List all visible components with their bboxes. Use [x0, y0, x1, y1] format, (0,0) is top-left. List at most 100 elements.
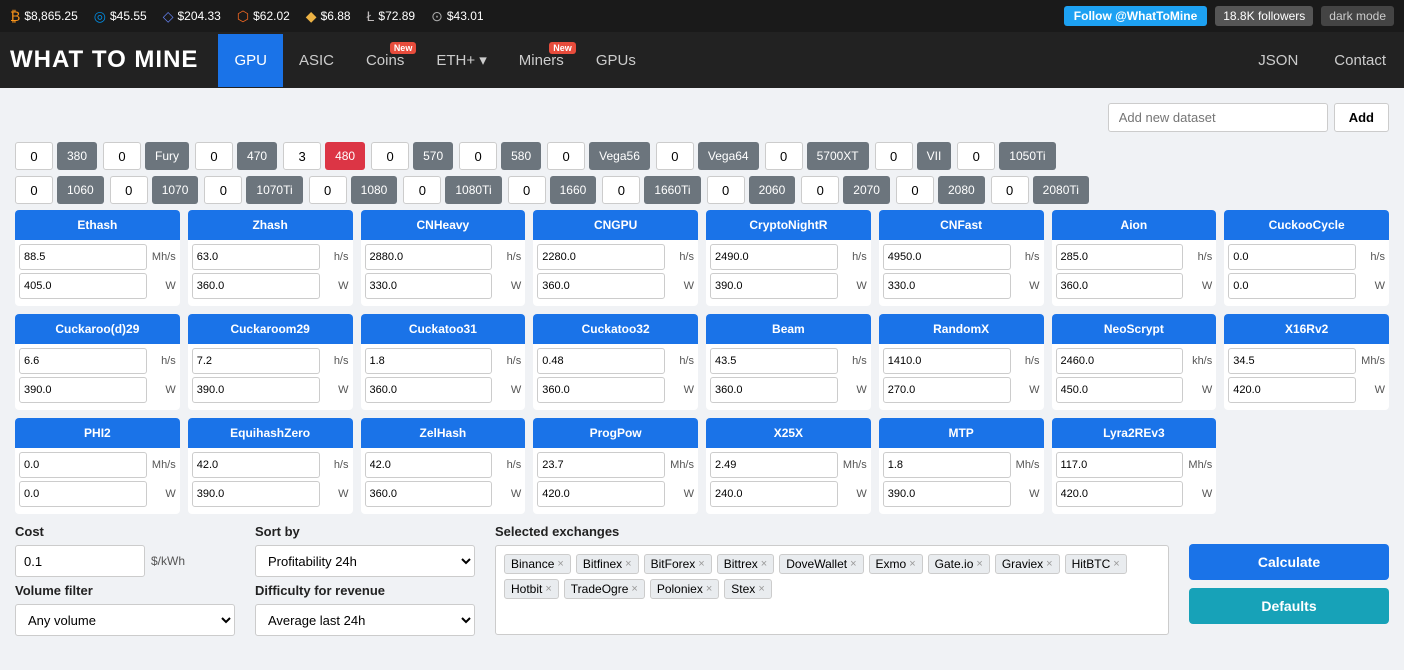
algo-name-button[interactable]: CryptoNightR	[706, 210, 871, 240]
nav-item-gpus[interactable]: GPUs	[580, 34, 652, 87]
dark-mode-button[interactable]: dark mode	[1321, 6, 1394, 26]
hashrate-input[interactable]	[883, 348, 1011, 374]
gpu-count-input[interactable]	[283, 142, 321, 170]
exchange-remove[interactable]: ×	[557, 558, 563, 570]
power-input[interactable]	[1228, 377, 1356, 403]
exchange-remove[interactable]: ×	[976, 558, 982, 570]
gpu-count-input[interactable]	[765, 142, 803, 170]
power-input[interactable]	[710, 273, 838, 299]
gpu-count-input[interactable]	[896, 176, 934, 204]
power-input[interactable]	[537, 377, 665, 403]
difficulty-select[interactable]: Average last 24h Current	[255, 604, 475, 636]
hashrate-input[interactable]	[365, 244, 493, 270]
gpu-label-button[interactable]: 2080Ti	[1033, 176, 1089, 204]
power-input[interactable]	[19, 377, 147, 403]
gpu-count-input[interactable]	[801, 176, 839, 204]
gpu-label-button[interactable]: 1070	[152, 176, 199, 204]
gpu-count-input[interactable]	[15, 176, 53, 204]
dataset-input[interactable]	[1108, 103, 1328, 132]
power-input[interactable]	[192, 481, 320, 507]
follow-button[interactable]: Follow @WhatToMine	[1064, 6, 1207, 26]
hashrate-input[interactable]	[537, 244, 665, 270]
gpu-count-input[interactable]	[656, 142, 694, 170]
gpu-label-button[interactable]: 580	[501, 142, 541, 170]
gpu-count-input[interactable]	[371, 142, 409, 170]
gpu-label-button[interactable]: Vega56	[589, 142, 650, 170]
gpu-count-input[interactable]	[707, 176, 745, 204]
gpu-label-button[interactable]: 2080	[938, 176, 985, 204]
exchange-remove[interactable]: ×	[1113, 558, 1119, 570]
hashrate-input[interactable]	[19, 348, 147, 374]
gpu-label-button[interactable]: 1660	[550, 176, 597, 204]
nav-json[interactable]: JSON	[1250, 34, 1306, 87]
power-input[interactable]	[883, 481, 1011, 507]
gpu-count-input[interactable]	[957, 142, 995, 170]
exchange-remove[interactable]: ×	[706, 583, 712, 595]
algo-name-button[interactable]: Zhash	[188, 210, 353, 240]
nav-item-asic[interactable]: ASIC	[283, 34, 350, 87]
algo-name-button[interactable]: PHI2	[15, 418, 180, 448]
gpu-count-input[interactable]	[547, 142, 585, 170]
hashrate-input[interactable]	[19, 452, 147, 478]
algo-name-button[interactable]: Beam	[706, 314, 871, 344]
algo-name-button[interactable]: CNGPU	[533, 210, 698, 240]
nav-item-gpu[interactable]: GPU	[218, 34, 283, 87]
gpu-label-button[interactable]: VII	[917, 142, 952, 170]
gpu-label-button[interactable]: 380	[57, 142, 97, 170]
gpu-label-button[interactable]: Vega64	[698, 142, 759, 170]
algo-name-button[interactable]: Ethash	[15, 210, 180, 240]
hashrate-input[interactable]	[192, 452, 320, 478]
hashrate-input[interactable]	[537, 348, 665, 374]
gpu-count-input[interactable]	[309, 176, 347, 204]
hashrate-input[interactable]	[192, 244, 320, 270]
cost-input[interactable]	[15, 545, 145, 577]
exchange-remove[interactable]: ×	[909, 558, 915, 570]
algo-name-button[interactable]: Cuckaroom29	[188, 314, 353, 344]
power-input[interactable]	[1056, 377, 1184, 403]
algo-name-button[interactable]: CNHeavy	[361, 210, 526, 240]
power-input[interactable]	[192, 377, 320, 403]
calculate-button[interactable]: Calculate	[1189, 544, 1389, 580]
power-input[interactable]	[365, 377, 493, 403]
gpu-count-input[interactable]	[508, 176, 546, 204]
exchange-remove[interactable]: ×	[545, 583, 551, 595]
power-input[interactable]	[1056, 481, 1184, 507]
hashrate-input[interactable]	[537, 452, 665, 478]
gpu-count-input[interactable]	[110, 176, 148, 204]
hashrate-input[interactable]	[19, 244, 147, 270]
gpu-label-button[interactable]: 480	[325, 142, 365, 170]
exchange-remove[interactable]: ×	[850, 558, 856, 570]
hashrate-input[interactable]	[192, 348, 320, 374]
algo-name-button[interactable]: Aion	[1052, 210, 1217, 240]
gpu-label-button[interactable]: 1060	[57, 176, 104, 204]
gpu-count-input[interactable]	[204, 176, 242, 204]
hashrate-input[interactable]	[365, 348, 493, 374]
gpu-count-input[interactable]	[15, 142, 53, 170]
defaults-button[interactable]: Defaults	[1189, 588, 1389, 624]
power-input[interactable]	[1228, 273, 1356, 299]
gpu-label-button[interactable]: 2060	[749, 176, 796, 204]
algo-name-button[interactable]: ZelHash	[361, 418, 526, 448]
algo-name-button[interactable]: Cuckaroo(d)29	[15, 314, 180, 344]
gpu-count-input[interactable]	[602, 176, 640, 204]
algo-name-button[interactable]: Cuckatoo31	[361, 314, 526, 344]
sort-select[interactable]: Profitability 24h Profitability 1h Reven…	[255, 545, 475, 577]
hashrate-input[interactable]	[1228, 244, 1356, 270]
hashrate-input[interactable]	[710, 348, 838, 374]
gpu-label-button[interactable]: Fury	[145, 142, 189, 170]
exchange-remove[interactable]: ×	[1046, 558, 1052, 570]
nav-contact[interactable]: Contact	[1326, 34, 1394, 87]
gpu-label-button[interactable]: 5700XT	[807, 142, 869, 170]
hashrate-input[interactable]	[883, 244, 1011, 270]
exchange-remove[interactable]: ×	[758, 583, 764, 595]
algo-name-button[interactable]: Cuckatoo32	[533, 314, 698, 344]
algo-name-button[interactable]: RandomX	[879, 314, 1044, 344]
power-input[interactable]	[19, 481, 147, 507]
nav-item-coins[interactable]: Coins New	[350, 34, 420, 87]
gpu-label-button[interactable]: 2070	[843, 176, 890, 204]
volume-select[interactable]: Any volume Exclude low volume	[15, 604, 235, 636]
gpu-label-button[interactable]: 1070Ti	[246, 176, 302, 204]
algo-name-button[interactable]: MTP	[879, 418, 1044, 448]
gpu-label-button[interactable]: 1080	[351, 176, 398, 204]
power-input[interactable]	[710, 481, 838, 507]
